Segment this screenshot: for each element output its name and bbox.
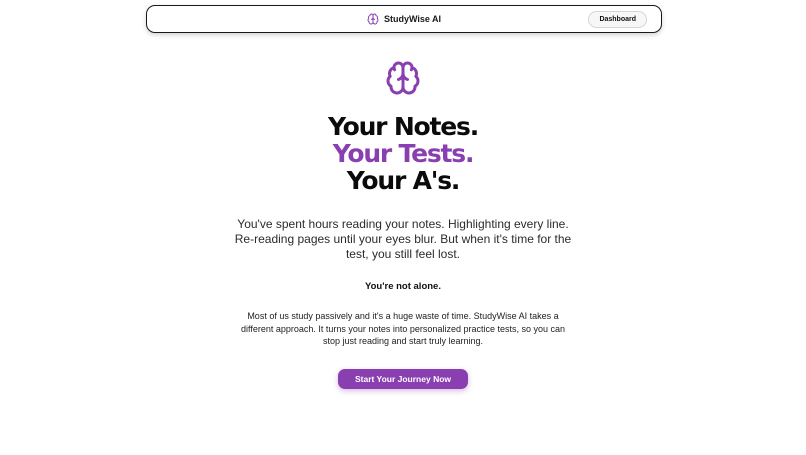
intro-paragraph: You've spent hours reading your notes. H… (234, 217, 572, 261)
brand: StudyWise AI (147, 6, 661, 32)
brain-icon (367, 13, 379, 25)
headline-line-tests: Your Tests. (332, 139, 475, 168)
start-journey-button[interactable]: Start Your Journey Now (338, 368, 468, 389)
hero-section: Your Notes. Your Tests. Your A's. You've… (0, 60, 806, 389)
headline-line-notes: Your Notes. (328, 112, 479, 141)
not-alone-text: You're not alone. (365, 281, 441, 292)
brain-icon (385, 60, 421, 96)
top-navbar: StudyWise AI Dashboard (146, 5, 662, 33)
page-headline: Your Notes. Your Tests. Your A's. (328, 112, 479, 195)
brand-name[interactable]: StudyWise AI (384, 14, 441, 24)
description-paragraph: Most of us study passively and it's a hu… (240, 311, 566, 346)
dashboard-button[interactable]: Dashboard (588, 11, 647, 28)
headline-line-grades: Your A's. (346, 166, 461, 195)
